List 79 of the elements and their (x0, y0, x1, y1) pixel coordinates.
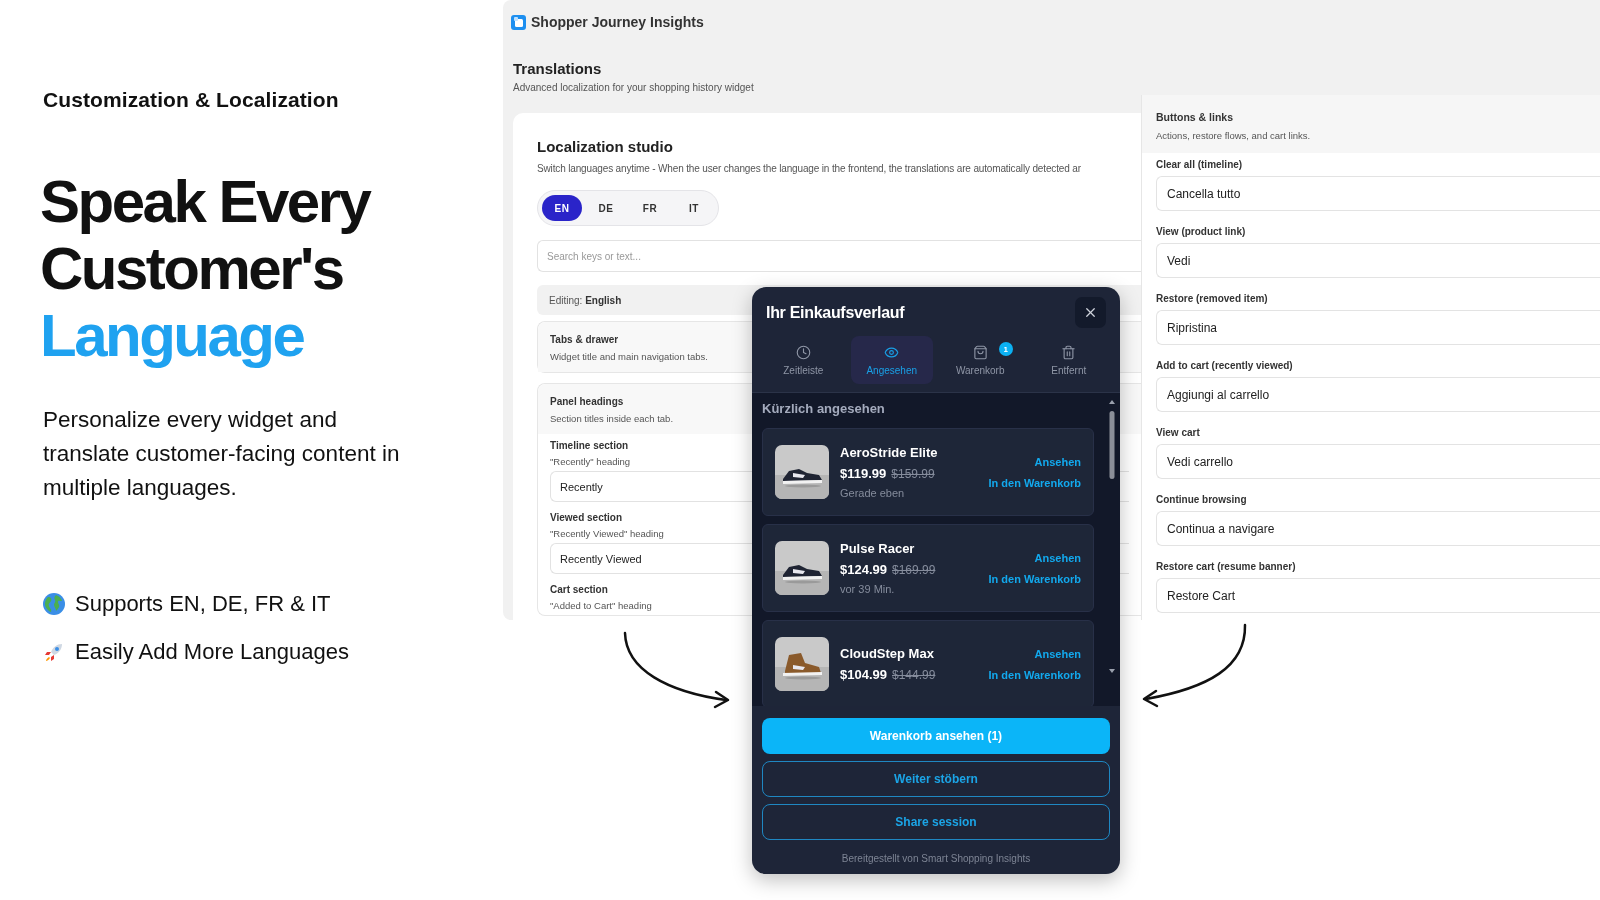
globe-icon (42, 592, 66, 616)
field-label: Clear all (timeline) (1156, 159, 1243, 170)
old-price: $169.99 (892, 563, 936, 577)
price: $124.99 (840, 562, 887, 577)
field-label: Restore cart (resume banner) (1156, 561, 1296, 572)
language-tab[interactable]: DE (586, 195, 626, 221)
field-label: View (product link) (1156, 226, 1246, 237)
field-hint: "Recently" heading (550, 456, 631, 467)
bag-icon (972, 344, 988, 360)
field-hint: "Added to Cart" heading (550, 600, 652, 611)
text-field[interactable]: Vedi (1156, 243, 1600, 278)
add-to-cart-link[interactable]: In den Warenkorb (988, 476, 1081, 489)
language-tab[interactable]: IT (674, 195, 714, 221)
widget-tab[interactable]: Warenkorb 1 (939, 336, 1022, 384)
secondary-button[interactable]: Share session (762, 804, 1110, 840)
widget-title: Ihr Einkaufsverlauf (766, 303, 905, 322)
hero-title-line: Speak Every (40, 168, 372, 235)
text-field[interactable]: Cancella tutto (1156, 176, 1600, 211)
view-link[interactable]: Ansehen (1034, 551, 1081, 564)
product-name: CloudStep Max (840, 646, 935, 661)
secondary-button[interactable]: Weiter stöbern (762, 761, 1110, 797)
view-link[interactable]: Ansehen (1034, 455, 1081, 468)
field-label: Viewed section (550, 512, 623, 523)
app-logo-icon (511, 14, 526, 30)
widget-tab[interactable]: Angesehen (850, 336, 933, 384)
hero-description: Personalize every widget and translate customer-facing content in multiple languages. (43, 406, 401, 502)
product-name: Pulse Racer (840, 541, 916, 556)
field-label: Cart section (550, 584, 608, 595)
old-price: $144.99 (892, 668, 936, 682)
clock-icon (795, 344, 811, 360)
editing-label: Editing: English (549, 294, 622, 306)
view-link[interactable]: Ansehen (1034, 647, 1081, 660)
group-title: Tabs & drawer (550, 334, 619, 345)
section-title: Kürzlich angesehen (762, 401, 886, 418)
text-field[interactable]: Aggiungi al carrello (1156, 377, 1600, 412)
price: $119.99 (840, 466, 887, 481)
group-subtitle: Section titles inside each tab. (550, 413, 674, 424)
old-price: $159.99 (891, 467, 935, 481)
feature-text: Easily Add More Languages (75, 639, 349, 665)
close-button[interactable] (1075, 297, 1106, 328)
language-tab[interactable]: FR (630, 195, 670, 221)
add-to-cart-link[interactable]: In den Warenkorb (988, 668, 1081, 681)
panel-subtitle: Actions, restore flows, and cart links. (1156, 130, 1312, 141)
group-subtitle: Widget title and main navigation tabs. (550, 351, 708, 362)
page-title: Translations (513, 60, 603, 77)
card-subtitle: Switch languages anytime - When the user changes the language in the frontend, the translations are automatically detected ar (537, 163, 1082, 174)
page-subtitle: Advanced localization for your shopping history widget (513, 82, 755, 93)
field-label: Add to cart (recently viewed) (1156, 360, 1293, 371)
app-title: Shopper Journey Insights (531, 14, 704, 30)
count-badge: 1 (998, 342, 1013, 356)
language-tab[interactable]: EN (542, 195, 582, 221)
field-label: Restore (removed item) (1156, 293, 1268, 304)
feature-text: Supports EN, DE, FR & IT (75, 591, 331, 617)
text-field[interactable]: Restore Cart (1156, 578, 1600, 613)
viewed-time: Gerade eben (840, 487, 906, 499)
add-to-cart-link[interactable]: In den Warenkorb (988, 572, 1081, 585)
widget-tab[interactable]: Zeitleiste (762, 336, 845, 384)
hero-title-line: Customer's (40, 235, 344, 302)
trash-icon (1061, 344, 1077, 360)
text-field[interactable]: Ripristina (1156, 310, 1600, 345)
card-title: Localization studio (537, 138, 674, 155)
field-hint: "Recently Viewed" heading (550, 528, 664, 539)
viewed-time: vor 39 Min. (840, 583, 896, 595)
text-field[interactable]: Vedi carrello (1156, 444, 1600, 479)
eye-icon (884, 344, 900, 360)
price: $104.99 (840, 667, 887, 682)
eyebrow-heading: Customization & Localization (43, 88, 340, 112)
footer-text: Bereitgestellt von Smart Shopping Insights (840, 853, 1032, 864)
field-label: Continue browsing (1156, 494, 1247, 505)
panel-title: Buttons & links (1156, 111, 1234, 123)
hero-title-highlight: Language (40, 302, 305, 369)
widget-tab[interactable]: Entfernt (1027, 336, 1110, 384)
field-label: Timeline section (550, 440, 629, 451)
field-label: View cart (1156, 427, 1200, 438)
close-icon (1083, 305, 1098, 320)
group-title: Panel headings (550, 396, 624, 407)
search-field[interactable]: Search keys or text... (537, 240, 1141, 272)
product-name: AeroStride Elite (840, 445, 939, 460)
text-field[interactable]: Continua a navigare (1156, 511, 1600, 546)
